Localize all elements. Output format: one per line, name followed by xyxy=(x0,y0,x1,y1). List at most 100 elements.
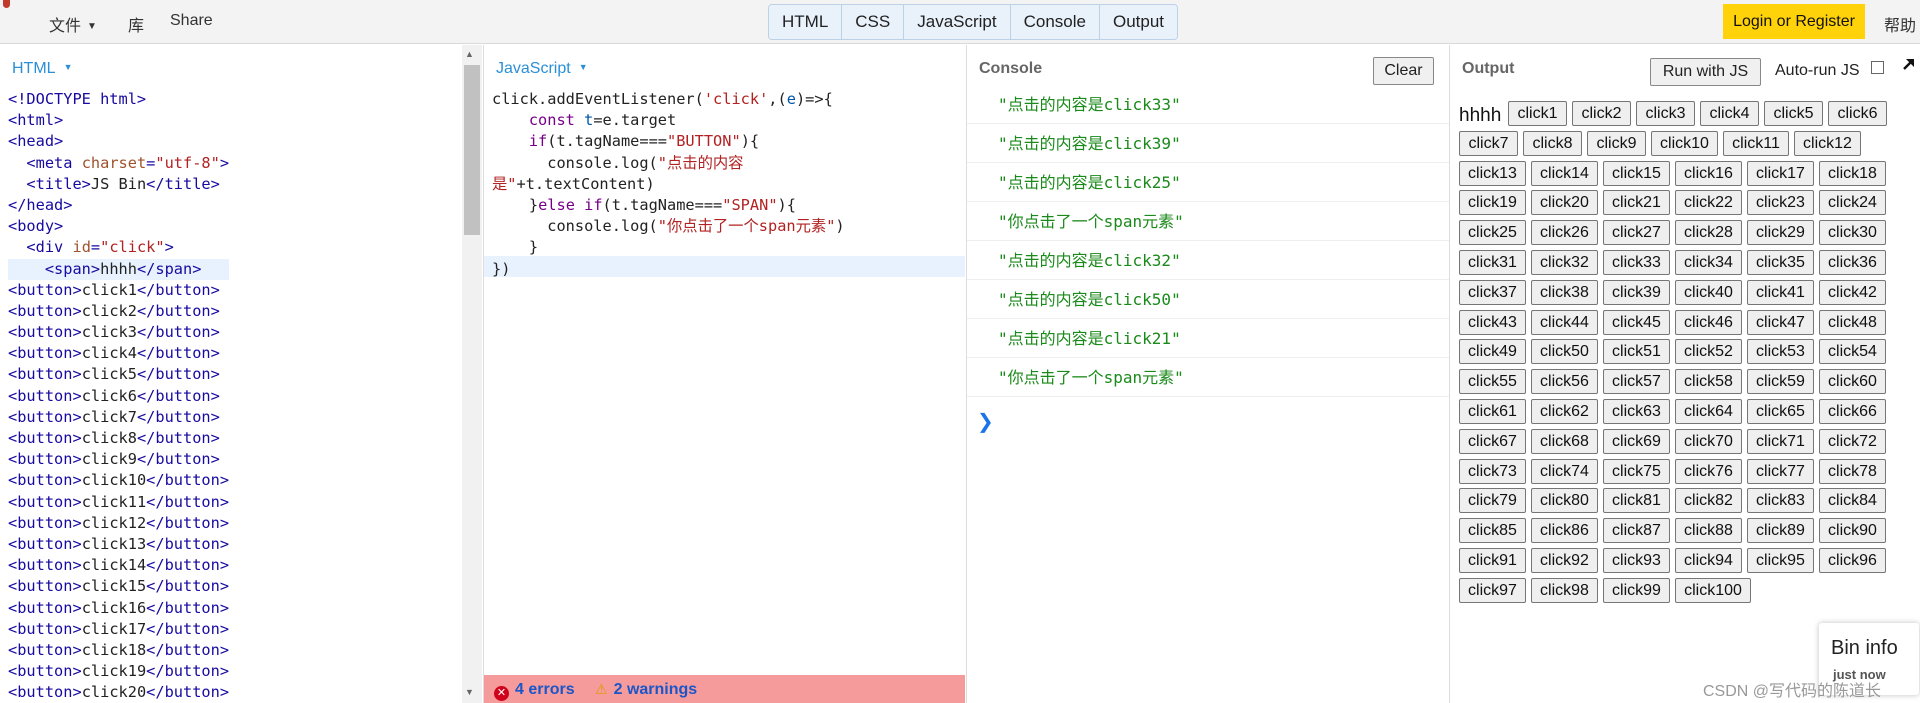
code-line[interactable]: <!DOCTYPE html> xyxy=(8,89,229,110)
output-button-click87[interactable]: click87 xyxy=(1603,518,1670,544)
output-button-click79[interactable]: click79 xyxy=(1459,488,1526,514)
output-button-click36[interactable]: click36 xyxy=(1819,250,1886,275)
output-button-click37[interactable]: click37 xyxy=(1459,279,1526,305)
output-button-click65[interactable]: click65 xyxy=(1747,399,1814,424)
output-button-click77[interactable]: click77 xyxy=(1747,458,1814,484)
output-button-click53[interactable]: click53 xyxy=(1747,339,1814,365)
output-button-click14[interactable]: click14 xyxy=(1531,160,1598,186)
login-register-button[interactable]: Login or Register xyxy=(1723,4,1865,39)
output-button-click35[interactable]: click35 xyxy=(1747,250,1814,275)
output-button-click56[interactable]: click56 xyxy=(1531,369,1598,395)
output-button-click86[interactable]: click86 xyxy=(1531,518,1598,544)
output-button-click29[interactable]: click29 xyxy=(1747,220,1814,246)
code-line[interactable]: <body> xyxy=(8,216,229,237)
output-button-click94[interactable]: click94 xyxy=(1675,548,1742,573)
code-line[interactable]: } xyxy=(492,237,845,258)
output-button-click47[interactable]: click47 xyxy=(1747,309,1814,335)
tab-css[interactable]: CSS xyxy=(842,5,905,39)
code-line[interactable]: <button>click12</button> xyxy=(8,513,229,534)
output-button-click74[interactable]: click74 xyxy=(1531,458,1598,484)
code-line[interactable]: }else if(t.tagName==="SPAN"){ xyxy=(492,195,845,216)
output-button-click81[interactable]: click81 xyxy=(1603,488,1670,514)
output-button-click50[interactable]: click50 xyxy=(1531,339,1598,365)
popout-arrow-icon[interactable] xyxy=(1900,55,1918,73)
output-button-click66[interactable]: click66 xyxy=(1819,399,1886,424)
output-button-click91[interactable]: click91 xyxy=(1459,548,1526,573)
jsbin-logo-icon[interactable] xyxy=(3,0,10,8)
code-line[interactable]: <button>click17</button> xyxy=(8,619,229,640)
code-line[interactable]: <meta charset="utf-8"> xyxy=(8,153,229,174)
output-button-click93[interactable]: click93 xyxy=(1603,548,1670,573)
output-button-click20[interactable]: click20 xyxy=(1531,190,1598,216)
code-line[interactable]: <button>click19</button> xyxy=(8,661,229,682)
library-menu[interactable]: 库 xyxy=(128,12,144,36)
output-button-click99[interactable]: click99 xyxy=(1603,577,1670,603)
tab-output[interactable]: Output xyxy=(1100,5,1178,39)
output-button-click16[interactable]: click16 xyxy=(1675,160,1742,186)
code-line[interactable]: click.addEventListener('click',(e)=>{ xyxy=(492,89,845,110)
output-button-click4[interactable]: click4 xyxy=(1700,101,1759,126)
code-line[interactable]: <div id="click"> xyxy=(8,237,229,258)
scroll-up-icon[interactable]: ▲ xyxy=(465,49,474,59)
tab-console[interactable]: Console xyxy=(1010,5,1100,39)
output-button-click38[interactable]: click38 xyxy=(1531,279,1598,305)
output-button-click17[interactable]: click17 xyxy=(1747,160,1814,186)
output-button-click97[interactable]: click97 xyxy=(1459,577,1526,603)
code-line[interactable]: <title>JS Bin</title> xyxy=(8,174,229,195)
code-line[interactable]: <button>click16</button> xyxy=(8,598,229,619)
file-menu[interactable]: 文件 ▼ xyxy=(49,12,97,36)
output-button-click78[interactable]: click78 xyxy=(1819,458,1886,484)
output-button-click10[interactable]: click10 xyxy=(1651,130,1718,156)
js-code-editor[interactable]: click.addEventListener('click',(e)=>{ co… xyxy=(492,89,845,280)
code-line[interactable]: <button>click9</button> xyxy=(8,449,229,470)
output-button-click57[interactable]: click57 xyxy=(1603,369,1670,395)
code-line[interactable]: <button>click2</button> xyxy=(8,301,229,322)
output-button-click33[interactable]: click33 xyxy=(1603,250,1670,275)
chevron-right-icon[interactable]: ❯ xyxy=(977,409,994,434)
output-button-click61[interactable]: click61 xyxy=(1459,399,1526,424)
tab-javascript[interactable]: JavaScript xyxy=(904,5,1011,39)
output-button-click40[interactable]: click40 xyxy=(1675,279,1742,305)
output-button-click64[interactable]: click64 xyxy=(1675,399,1742,424)
output-button-click8[interactable]: click8 xyxy=(1523,130,1582,156)
output-button-click75[interactable]: click75 xyxy=(1603,458,1670,484)
output-button-click5[interactable]: click5 xyxy=(1764,101,1823,126)
output-button-click18[interactable]: click18 xyxy=(1819,160,1886,186)
run-with-js-button[interactable]: Run with JS xyxy=(1650,58,1761,86)
output-button-click49[interactable]: click49 xyxy=(1459,339,1526,365)
html-code-editor[interactable]: <!DOCTYPE html> <html> <head> <meta charse… xyxy=(8,89,230,703)
output-button-click6[interactable]: click6 xyxy=(1828,101,1887,126)
output-button-click54[interactable]: click54 xyxy=(1819,339,1886,365)
output-button-click83[interactable]: click83 xyxy=(1747,488,1814,514)
code-line[interactable]: <button>click14</button> xyxy=(8,555,229,576)
help-menu[interactable]: 帮助 xyxy=(1884,12,1916,36)
code-line[interactable]: <button>click3</button> xyxy=(8,322,229,343)
output-button-click98[interactable]: click98 xyxy=(1531,577,1598,603)
output-button-click85[interactable]: click85 xyxy=(1459,518,1526,544)
tab-html[interactable]: HTML xyxy=(769,5,843,39)
code-line[interactable]: <button>click5</button> xyxy=(8,364,229,385)
output-button-click30[interactable]: click30 xyxy=(1819,220,1886,246)
output-button-click28[interactable]: click28 xyxy=(1675,220,1742,246)
code-line[interactable]: <button>click18</button> xyxy=(8,640,229,661)
output-button-click15[interactable]: click15 xyxy=(1603,160,1670,186)
output-button-click70[interactable]: click70 xyxy=(1675,428,1742,454)
code-line[interactable]: <button>click6</button> xyxy=(8,386,229,407)
output-button-click88[interactable]: click88 xyxy=(1675,518,1742,544)
code-line[interactable]: <button>click7</button> xyxy=(8,407,229,428)
output-button-click89[interactable]: click89 xyxy=(1747,518,1814,544)
output-button-click22[interactable]: click22 xyxy=(1675,190,1742,216)
output-button-click31[interactable]: click31 xyxy=(1459,250,1526,275)
output-button-click43[interactable]: click43 xyxy=(1459,309,1526,335)
output-button-click92[interactable]: click92 xyxy=(1531,548,1598,573)
output-button-click45[interactable]: click45 xyxy=(1603,309,1670,335)
code-line[interactable]: <head> xyxy=(8,131,229,152)
output-button-click80[interactable]: click80 xyxy=(1531,488,1598,514)
output-button-click62[interactable]: click62 xyxy=(1531,399,1598,424)
warnings-link[interactable]: 2 warnings xyxy=(614,681,698,698)
code-line[interactable]: <html> xyxy=(8,110,229,131)
output-button-click60[interactable]: click60 xyxy=(1819,369,1886,395)
output-button-click68[interactable]: click68 xyxy=(1531,428,1598,454)
output-button-click1[interactable]: click1 xyxy=(1508,101,1567,126)
output-button-click48[interactable]: click48 xyxy=(1819,309,1886,335)
